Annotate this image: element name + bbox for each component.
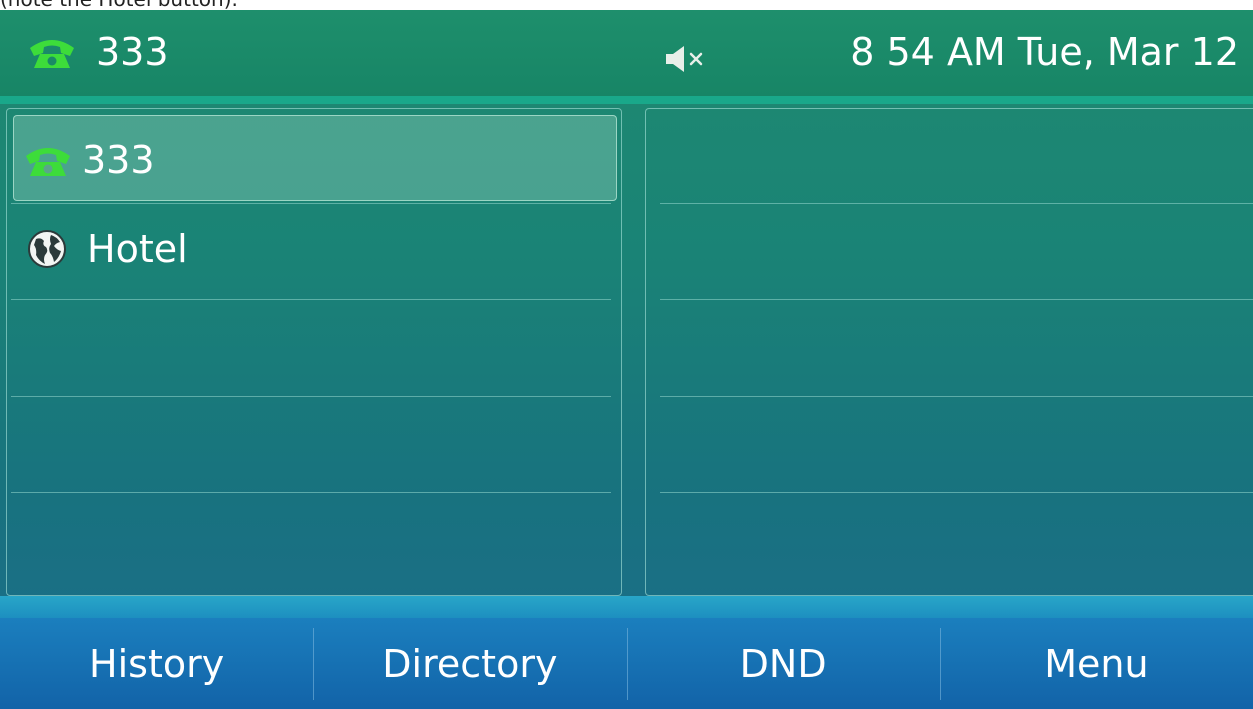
caption-text: (note the Hotel button). [0,0,238,10]
phone-handset-icon [26,148,70,176]
row-divider [11,203,611,204]
row-divider [11,492,611,493]
line-key-label: 333 [82,138,155,182]
phone-handset-icon [30,40,74,68]
row-divider [660,203,1253,204]
line-key-hotel[interactable]: Hotel [13,205,619,293]
page-caption: (note the Hotel button). [0,0,1253,10]
row-divider [11,396,611,397]
status-account-label: 333 [96,30,169,74]
line-key-label: Hotel [87,227,188,271]
row-divider [660,299,1253,300]
line-key-333[interactable]: 333 [13,115,617,201]
softkey-directory[interactable]: Directory [313,618,626,709]
line-keys-panel-right [645,108,1253,596]
status-bar-divider [0,96,1253,104]
softkey-bar-top-strip [0,596,1253,618]
globe-icon [28,230,66,268]
status-datetime: 8 54 AM Tue, Mar 12 [850,30,1239,74]
row-divider [660,492,1253,493]
row-divider [11,299,611,300]
softkey-menu[interactable]: Menu [939,618,1253,709]
speaker-muted-icon [666,46,703,72]
softkey-dnd[interactable]: DND [626,618,940,709]
row-divider [660,396,1253,397]
line-keys-panel-left: 333 Hotel [6,108,622,596]
phone-screen: 333 8 54 AM Tue, Mar 12 333 Hotel Histor… [0,10,1253,709]
softkey-history[interactable]: History [0,618,313,709]
softkey-bar: History Directory DND Menu [0,618,1253,709]
status-bar: 333 8 54 AM Tue, Mar 12 [0,10,1253,96]
